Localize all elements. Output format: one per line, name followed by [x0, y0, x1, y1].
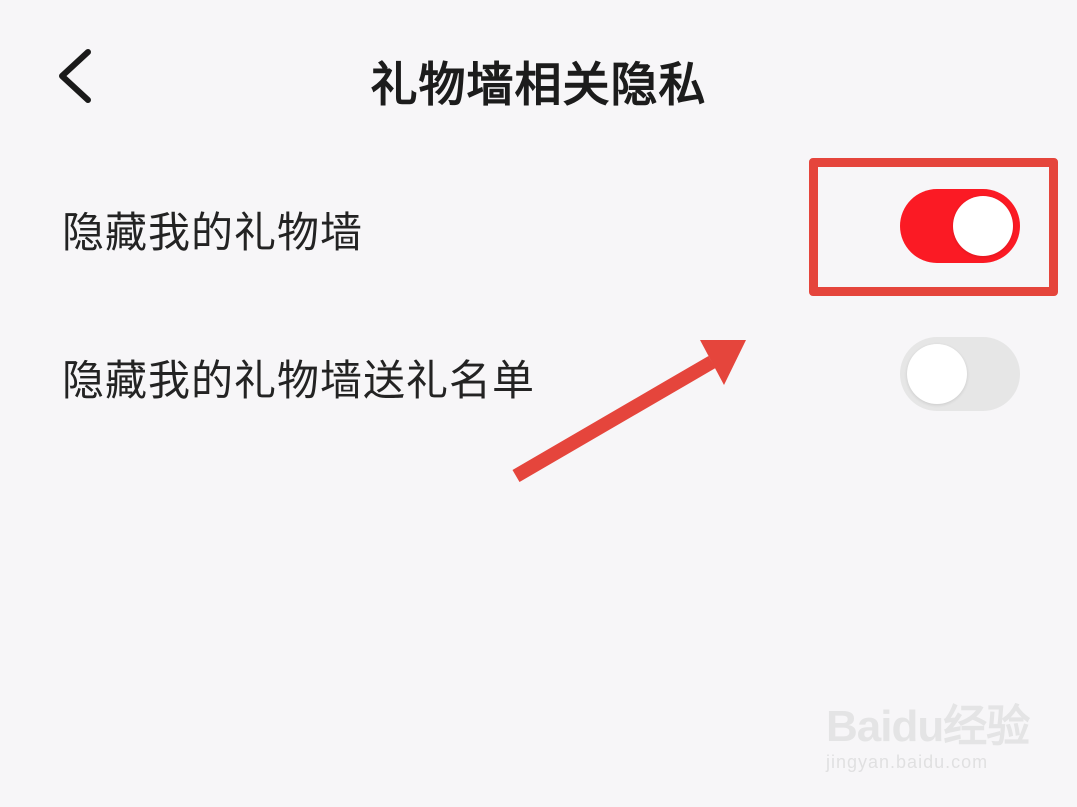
watermark-logo: Baidu经验: [826, 702, 1030, 751]
privacy-settings-page: 礼物墙相关隐私 隐藏我的礼物墙 隐藏我的礼物墙送礼名单 Baidu经验 jing…: [0, 0, 1077, 807]
toggle-knob: [907, 344, 967, 404]
page-title: 礼物墙相关隐私: [370, 58, 707, 113]
setting-label: 隐藏我的礼物墙送礼名单: [62, 356, 536, 405]
hide-gift-wall-toggle[interactable]: [900, 189, 1020, 263]
setting-row-hide-gift-list: 隐藏我的礼物墙送礼名单: [0, 323, 1077, 423]
setting-row-hide-gift-wall: 隐藏我的礼物墙: [0, 175, 1077, 275]
hide-gift-list-toggle[interactable]: [900, 337, 1020, 411]
watermark-url: jingyan.baidu.com: [826, 752, 989, 772]
setting-label: 隐藏我的礼物墙: [62, 208, 364, 257]
baidu-jingyan-watermark: Baidu经验 jingyan.baidu.com: [826, 690, 1030, 790]
toggle-knob: [953, 196, 1013, 256]
